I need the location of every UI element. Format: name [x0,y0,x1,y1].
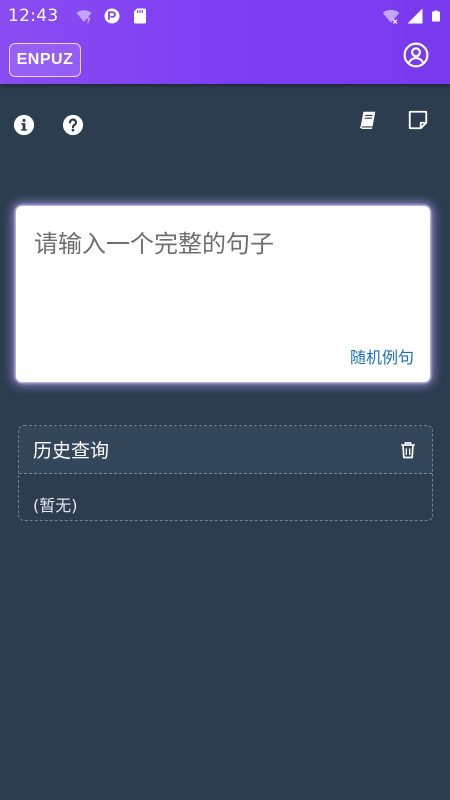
status-time: 12:43 [8,6,59,26]
history-panel: 历史查询 (暂无) [18,425,433,521]
history-header: 历史查询 [19,426,432,474]
info-icon[interactable] [13,114,35,136]
trash-icon[interactable] [398,440,418,460]
random-example-link[interactable]: 随机例句 [350,344,414,368]
wifi-icon [382,9,400,24]
account-circle-icon[interactable] [403,42,429,68]
note-icon[interactable] [407,109,429,131]
history-title: 历史查询 [33,440,110,462]
sentence-input[interactable] [16,206,430,342]
signal-icon [407,8,423,24]
wifi-question-icon: ? [76,10,91,26]
history-empty-text: (暂无) [33,496,78,515]
sentence-input-card: 随机例句 [16,206,430,382]
app-notification-icon [104,8,119,24]
book-icon[interactable] [357,109,379,131]
brand-logo-button[interactable]: ENPUZ [9,43,81,77]
svg-text:?: ? [86,17,90,26]
help-icon[interactable] [62,114,84,136]
battery-icon [432,10,440,22]
sd-card-icon [133,8,146,24]
app-bar: 12:43 ? ENPUZ [0,0,450,84]
status-bar: 12:43 ? [0,0,450,32]
